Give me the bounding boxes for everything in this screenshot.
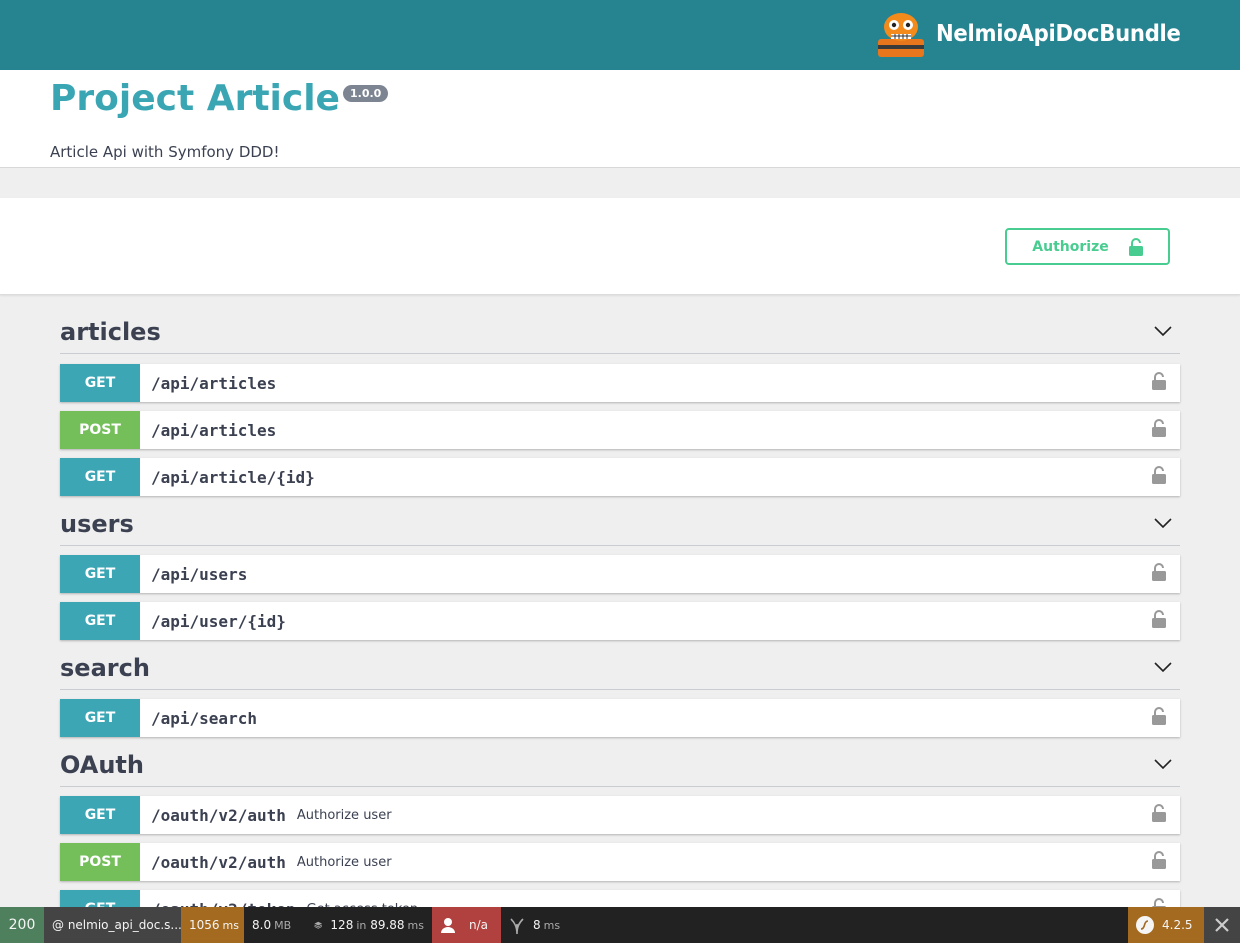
memory-value: 8.0 [252,918,272,932]
section-title: search [60,654,150,682]
lock-icon[interactable] [1152,707,1166,725]
twig-value: 8 [533,918,541,932]
status-code[interactable]: 200 [0,907,44,943]
operation-row[interactable]: POST /oauth/v2/auth Authorize user [60,843,1180,881]
operation-path: /api/users [151,564,248,584]
unlocked-padlock-icon [1128,237,1143,256]
operation-path: /api/search [151,708,257,728]
brand-name: NelmioApiDocBundle [936,21,1181,47]
cache-unit: ms [407,918,424,932]
section-title: OAuth [60,751,144,779]
operation-path: /api/articles [151,373,277,393]
brand[interactable]: NelmioApiDocBundle [874,8,1202,60]
lock-icon[interactable] [1152,804,1166,822]
chevron-down-icon[interactable] [1154,516,1172,530]
operation-path: /api/article/{id} [151,467,315,487]
operation-row[interactable]: GET /api/users [60,555,1180,593]
cache-time: 89.88 [370,918,405,932]
method-badge: POST [60,843,140,881]
symfony-version-value: 4.2.5 [1162,918,1193,932]
method-badge: GET [60,458,140,496]
operation-row[interactable]: GET /api/article/{id} [60,458,1180,496]
operation-summary: Authorize user [296,807,392,823]
cache-panel[interactable]: 128 in 89.88 ms [306,907,432,943]
layers-icon [314,921,323,929]
chevron-down-icon[interactable] [1154,324,1172,338]
version-badge: 1.0.0 [343,85,389,102]
section-oauth[interactable]: OAuth [60,747,1180,787]
operation-summary: Authorize user [296,854,392,870]
debug-toolbar: 200 @ nelmio_api_doc.s... 1056 ms 8.0 MB 1… [0,907,1240,943]
lock-icon[interactable] [1152,466,1166,484]
section-users[interactable]: users [60,506,1180,546]
route-name[interactable]: @ nelmio_api_doc.s... [44,907,181,943]
operation-row[interactable]: GET /api/articles [60,364,1180,402]
memory-usage[interactable]: 8.0 MB [244,907,306,943]
close-toolbar-button[interactable] [1204,907,1240,943]
twig-icon [510,918,524,934]
nelmio-robot-logo-icon [878,13,925,57]
method-badge: GET [60,555,140,593]
request-time[interactable]: 1056 ms [181,907,244,943]
request-time-unit: ms [222,918,239,932]
api-info: Project Article 1.0.0 Article Api with S… [0,70,1240,168]
method-badge: GET [60,699,140,737]
method-badge: POST [60,411,140,449]
lock-icon[interactable] [1152,610,1166,628]
close-icon [1215,918,1229,932]
symfony-version[interactable]: 4.2.5 [1128,907,1204,943]
user-icon [441,918,455,933]
operation-row[interactable]: GET /api/user/{id} [60,602,1180,640]
operation-row[interactable]: GET /oauth/v2/auth Authorize user [60,796,1180,834]
method-badge: GET [60,796,140,834]
api-description: Article Api with Symfony DDD! [50,143,280,161]
cache-count: 128 [330,918,354,932]
method-badge: GET [60,602,140,640]
authorize-label: Authorize [1032,238,1109,255]
section-title: users [60,510,134,538]
user-value: n/a [469,918,489,932]
cache-in: in [356,918,367,932]
operation-path: /api/user/{id} [151,611,286,631]
memory-unit: MB [274,918,292,932]
top-bar: NelmioApiDocBundle [0,0,1240,70]
chevron-down-icon[interactable] [1154,660,1172,674]
twig-unit: ms [543,918,561,932]
operation-path: /oauth/v2/auth [151,805,286,825]
operation-path: /oauth/v2/auth [151,852,286,872]
twig-panel[interactable]: 8 ms [501,907,571,943]
lock-icon[interactable] [1152,372,1166,390]
method-badge: GET [60,364,140,402]
section-articles[interactable]: articles [60,314,1180,354]
lock-icon[interactable] [1152,563,1166,581]
operation-path: /api/articles [151,420,277,440]
request-time-value: 1056 [189,918,220,932]
security-panel[interactable]: n/a [432,907,501,943]
lock-icon[interactable] [1152,419,1166,437]
operation-row[interactable]: POST /api/articles [60,411,1180,449]
scheme-container: Authorize [0,198,1240,295]
page-title: Project Article [50,78,340,119]
chevron-down-icon[interactable] [1154,757,1172,771]
symfony-logo-icon [1136,916,1154,934]
lock-icon[interactable] [1152,851,1166,869]
authorize-button[interactable]: Authorize [1005,228,1170,265]
section-search[interactable]: search [60,650,1180,690]
operation-row[interactable]: GET /api/search [60,699,1180,737]
section-title: articles [60,318,161,346]
